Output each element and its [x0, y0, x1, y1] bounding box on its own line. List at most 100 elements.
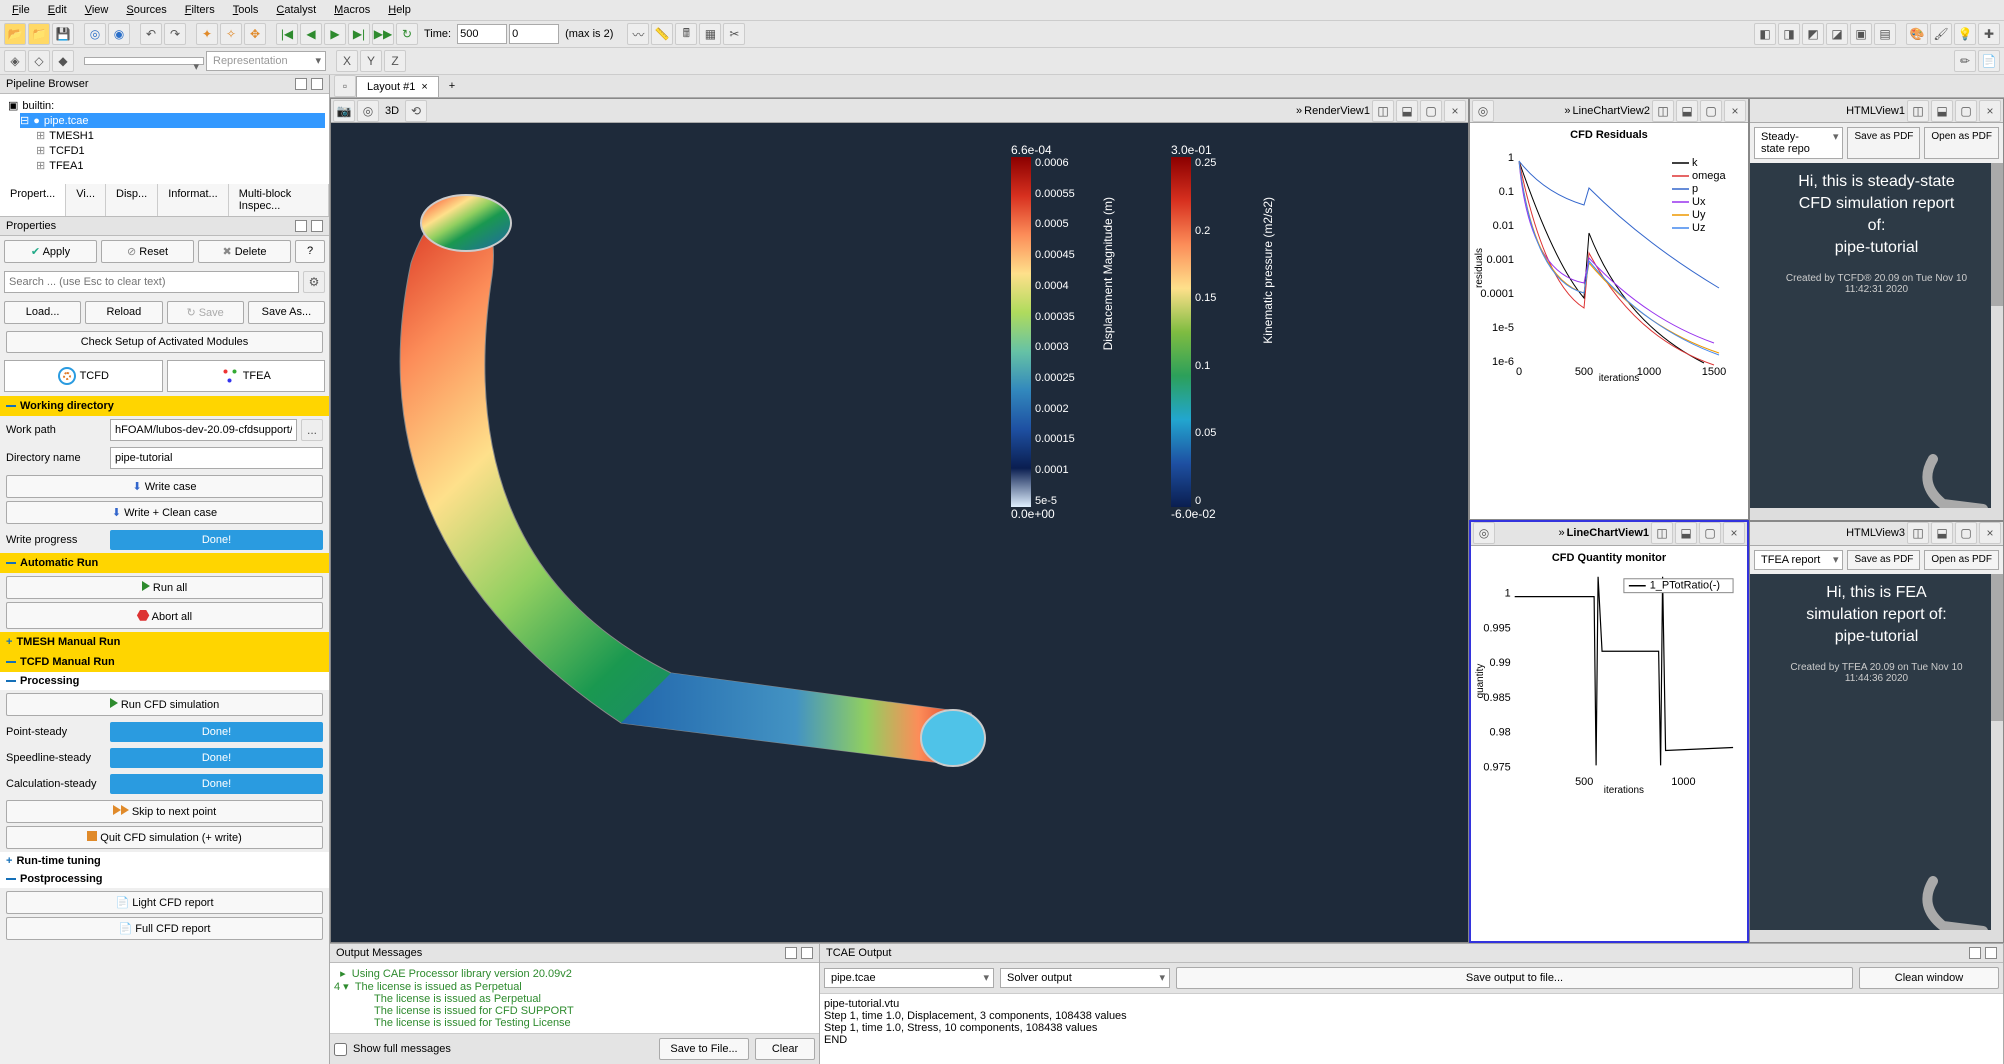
rv-max-icon[interactable]: ▢ — [1420, 100, 1442, 122]
rv-3d-label[interactable]: 3D — [381, 105, 403, 117]
menu-macros[interactable]: Macros — [326, 2, 378, 18]
next-icon[interactable]: ▶| — [348, 23, 370, 45]
cube2-icon[interactable]: ◨ — [1778, 23, 1800, 45]
prop-float-icon[interactable] — [295, 220, 307, 232]
h1-sh[interactable]: ◫ — [1907, 100, 1929, 122]
wand2-icon[interactable]: ✧ — [220, 23, 242, 45]
automatic-run-section[interactable]: Automatic Run — [0, 553, 329, 573]
report1-savepdf[interactable]: Save as PDF — [1847, 127, 1920, 159]
menu-catalyst[interactable]: Catalyst — [268, 2, 324, 18]
saveas-button[interactable]: Save As... — [248, 301, 325, 324]
c1-btn1[interactable]: ◎ — [1472, 100, 1494, 122]
h1-sv[interactable]: ⬓ — [1931, 100, 1953, 122]
write-case-button[interactable]: ⬇ Write case — [6, 475, 323, 498]
tab-multiblock[interactable]: Multi-block Inspec... — [229, 184, 329, 216]
render-canvas[interactable]: 6.6e-04 0.00060.000550.00050.000450.0004… — [331, 123, 1468, 942]
rv-cam-icon[interactable]: 📷 — [333, 100, 355, 122]
tab-view[interactable]: Vi... — [66, 184, 106, 216]
connect-icon[interactable]: ◎ — [84, 23, 106, 45]
clear-output-button[interactable]: Clear — [755, 1038, 815, 1060]
cube3-icon[interactable]: ◩ — [1802, 23, 1824, 45]
pencil-icon[interactable]: ✏ — [1954, 50, 1976, 72]
tmesh-section[interactable]: +TMESH Manual Run — [0, 632, 329, 652]
residuals-canvas[interactable]: CFD Residuals residuals 10.10.010.0010.0… — [1470, 123, 1748, 519]
rv-reset-icon[interactable]: ⟲ — [405, 100, 427, 122]
run-all-button[interactable]: Run all — [6, 576, 323, 599]
prop-close-icon[interactable] — [311, 220, 323, 232]
pipeline-close-icon[interactable] — [311, 78, 323, 90]
view-z-icon[interactable]: Z — [384, 50, 406, 72]
reload-button[interactable]: Reload — [85, 301, 162, 324]
search-input[interactable] — [4, 271, 299, 293]
tcae-body[interactable]: pipe-tutorial.vtu Step 1, time 1.0, Disp… — [820, 994, 2003, 1064]
h3-mx[interactable]: ▢ — [1955, 522, 1977, 544]
t2-2-icon[interactable]: ◇ — [28, 50, 50, 72]
pipeline-tree[interactable]: ▣builtin: ⊟●pipe.tcae ⊞TMESH1 ⊞TCFD1 ⊞TF… — [0, 94, 329, 184]
help-button[interactable]: ? — [295, 240, 325, 263]
cube1-icon[interactable]: ◧ — [1754, 23, 1776, 45]
report1-hscroll[interactable] — [1750, 508, 2003, 520]
axes-icon[interactable]: ✚ — [1978, 23, 2000, 45]
note-icon[interactable]: 📄 — [1978, 50, 2000, 72]
time-current-input[interactable] — [457, 24, 507, 44]
report2-dropdown[interactable]: TFEA report — [1754, 550, 1843, 570]
menu-view[interactable]: View — [77, 2, 117, 18]
delete-button[interactable]: ✖ Delete — [198, 240, 291, 263]
pipeline-float-icon[interactable] — [295, 78, 307, 90]
t2-1-icon[interactable]: ◈ — [4, 50, 26, 72]
write-clean-button[interactable]: ⬇ Write + Clean case — [6, 501, 323, 524]
report2-body[interactable]: Hi, this is FEA simulation report of: pi… — [1750, 574, 2003, 943]
calculator-icon[interactable]: 🖩 — [675, 23, 697, 45]
open-icon[interactable]: 📂 — [4, 23, 26, 45]
first-icon[interactable]: |◀ — [276, 23, 298, 45]
trace-icon[interactable]: 〰 — [627, 23, 649, 45]
quantity-canvas[interactable]: CFD Quantity monitor quantity 10.9950.99… — [1471, 546, 1747, 942]
search-gear-icon[interactable]: ⚙ — [303, 271, 325, 293]
last-icon[interactable]: ▶▶ — [372, 23, 394, 45]
report2-vscroll[interactable] — [1991, 574, 2003, 943]
c2-sv[interactable]: ⬓ — [1675, 522, 1697, 544]
h1-mx[interactable]: ▢ — [1955, 100, 1977, 122]
prev-icon[interactable]: ◀ — [300, 23, 322, 45]
tcae-solver-dropdown[interactable]: Solver output — [1000, 968, 1170, 988]
rv-close-icon[interactable]: × — [1444, 100, 1466, 122]
layout-float-icon[interactable]: ▫ — [334, 75, 356, 97]
workpath-input[interactable] — [110, 419, 297, 441]
quit-cfd-button[interactable]: Quit CFD simulation (+ write) — [6, 826, 323, 849]
palette-icon[interactable]: 🖌 — [1930, 23, 1952, 45]
c2-mx[interactable]: ▢ — [1699, 522, 1721, 544]
tcfd-run-section[interactable]: TCFD Manual Run — [0, 652, 329, 672]
rv-split-h-icon[interactable]: ◫ — [1372, 100, 1394, 122]
tab-display[interactable]: Disp... — [106, 184, 158, 216]
skip-button[interactable]: Skip to next point — [6, 800, 323, 823]
open2-icon[interactable]: 📁 — [28, 23, 50, 45]
out-close[interactable] — [801, 947, 813, 959]
wand3-icon[interactable]: ✥ — [244, 23, 266, 45]
workpath-browse[interactable]: ... — [301, 419, 323, 441]
tree-builtin[interactable]: ▣builtin: — [8, 98, 325, 113]
report2-openpdf[interactable]: Open as PDF — [1924, 550, 1999, 570]
light-icon[interactable]: 💡 — [1954, 23, 1976, 45]
tab-properties[interactable]: Propert... — [0, 184, 66, 216]
h3-sv[interactable]: ⬓ — [1931, 522, 1953, 544]
c1-sv[interactable]: ⬓ — [1676, 100, 1698, 122]
light-report-button[interactable]: 📄 Light CFD report — [6, 891, 323, 914]
out-float[interactable] — [785, 947, 797, 959]
play-icon[interactable]: ▶ — [324, 23, 346, 45]
h3-cl[interactable]: × — [1979, 522, 2001, 544]
layout-add[interactable]: + — [439, 76, 465, 96]
disconnect-icon[interactable]: ◉ — [108, 23, 130, 45]
report1-openpdf[interactable]: Open as PDF — [1924, 127, 1999, 159]
h3-sh[interactable]: ◫ — [1907, 522, 1929, 544]
render-icon[interactable]: 🎨 — [1906, 23, 1928, 45]
cube6-icon[interactable]: ▤ — [1874, 23, 1896, 45]
clean-window-button[interactable]: Clean window — [1859, 967, 1999, 989]
menu-sources[interactable]: Sources — [118, 2, 174, 18]
apply-button[interactable]: ✔ Apply — [4, 240, 97, 263]
undo-icon[interactable]: ↶ — [140, 23, 162, 45]
measure-icon[interactable]: 📏 — [651, 23, 673, 45]
save-to-file-button[interactable]: Save to File... — [659, 1038, 749, 1060]
clip-icon[interactable]: ✂ — [723, 23, 745, 45]
tcae-file-dropdown[interactable]: pipe.tcae — [824, 968, 994, 988]
layout-close-icon[interactable]: × — [421, 81, 427, 93]
